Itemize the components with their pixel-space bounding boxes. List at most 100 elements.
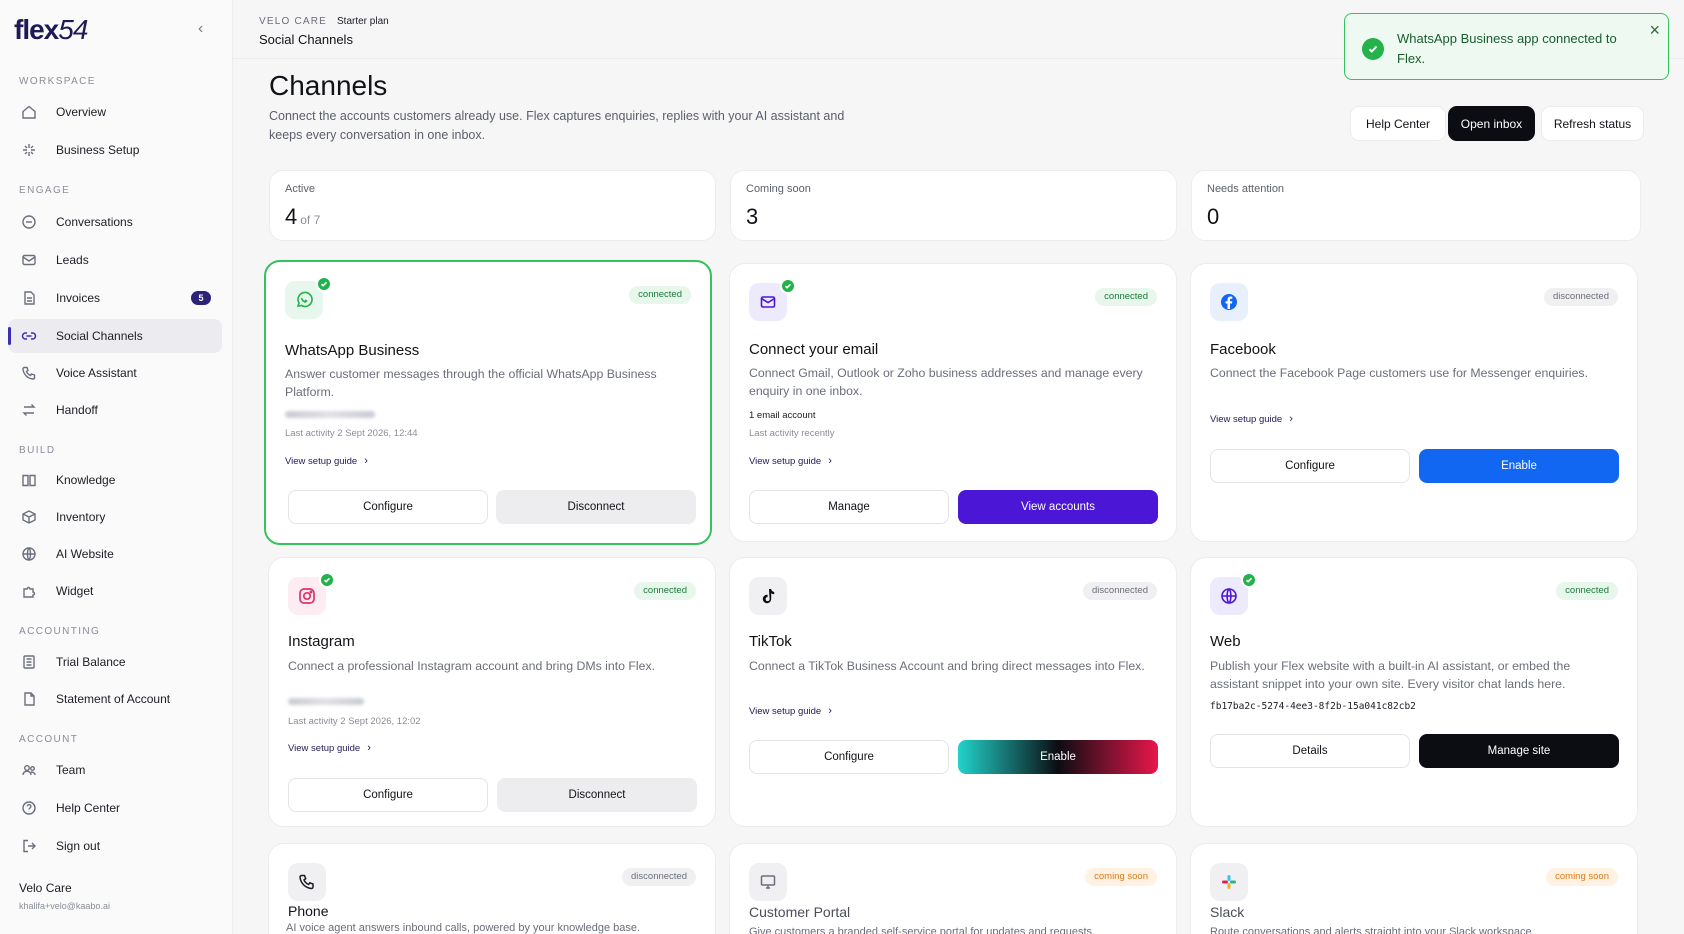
sidebar-item-social-channels[interactable]: Social Channels bbox=[8, 319, 222, 353]
sidebar-item-leads[interactable]: Leads bbox=[8, 243, 222, 277]
swap-icon bbox=[20, 401, 38, 419]
stat-label: Coming soon bbox=[746, 183, 811, 195]
facebook-icon bbox=[1210, 283, 1248, 321]
sidebar-item-label: AI Website bbox=[56, 547, 114, 561]
section-label-workspace: WORKSPACE bbox=[19, 76, 96, 87]
sidebar-item-label: Handoff bbox=[56, 403, 98, 417]
channel-title: Slack bbox=[1210, 904, 1245, 920]
sidebar-item-label: Sign out bbox=[56, 839, 101, 853]
configure-button[interactable]: Configure bbox=[1210, 449, 1410, 483]
sidebar-item-label: Invoices bbox=[56, 291, 101, 305]
page-title: Channels bbox=[269, 70, 388, 101]
section-label-accounting: ACCOUNTING bbox=[19, 626, 101, 637]
file-icon bbox=[20, 690, 38, 708]
document-icon bbox=[20, 289, 38, 307]
last-activity: Last activity 2 Sept 2026, 12:02 bbox=[288, 716, 421, 727]
enable-button[interactable]: Enable bbox=[958, 740, 1158, 774]
sidebar-item-label: Knowledge bbox=[56, 473, 116, 487]
sidebar-item-label: Team bbox=[56, 763, 86, 777]
sidebar-item-overview[interactable]: Overview bbox=[8, 95, 222, 129]
mail-icon bbox=[20, 251, 38, 269]
channel-card-phone: disconnected Phone AI voice agent answer… bbox=[268, 843, 716, 934]
sidebar-item-help-center[interactable]: Help Center bbox=[8, 791, 222, 825]
sidebar-item-label: Help Center bbox=[56, 801, 121, 815]
setup-guide-link[interactable]: View setup guide › bbox=[749, 705, 832, 717]
sidebar-item-team[interactable]: Team bbox=[8, 753, 222, 787]
sidebar-item-invoices[interactable]: Invoices 5 bbox=[8, 281, 222, 315]
status-badge: disconnected bbox=[1544, 288, 1618, 306]
sidebar-item-label: Statement of Account bbox=[56, 692, 171, 706]
channel-description: Connect the Facebook Page customers use … bbox=[1210, 366, 1588, 380]
channel-card-instagram: connected Instagram Connect a profession… bbox=[268, 557, 716, 827]
email-account-count: 1 email account bbox=[749, 410, 816, 421]
status-badge: disconnected bbox=[1083, 582, 1157, 600]
sidebar-item-label: Leads bbox=[56, 253, 89, 267]
manage-button[interactable]: Manage bbox=[749, 490, 949, 524]
sidebar-item-statement-of-account[interactable]: Statement of Account bbox=[8, 682, 222, 716]
section-label-engage: ENGAGE bbox=[19, 185, 71, 196]
sidebar-item-label: Social Channels bbox=[56, 329, 143, 343]
page-description: Connect the accounts customers already u… bbox=[269, 109, 845, 142]
sidebar-item-handoff[interactable]: Handoff bbox=[8, 393, 222, 427]
channel-description: Connect a professional Instagram account… bbox=[288, 659, 656, 673]
book-icon bbox=[20, 471, 38, 489]
refresh-status-button[interactable]: Refresh status bbox=[1541, 106, 1644, 141]
manage-site-button[interactable]: Manage site bbox=[1419, 734, 1619, 768]
sidebar-item-ai-website[interactable]: AI Website bbox=[8, 537, 222, 571]
status-badge: coming soon bbox=[1085, 868, 1157, 886]
disconnect-button[interactable]: Disconnect bbox=[496, 490, 696, 524]
setup-guide-link[interactable]: View setup guide › bbox=[1210, 413, 1293, 425]
configure-button[interactable]: Configure bbox=[288, 778, 488, 812]
status-badge: connected bbox=[1095, 288, 1157, 306]
stat-label: Active bbox=[285, 183, 315, 195]
open-inbox-button[interactable]: Open inbox bbox=[1448, 106, 1535, 141]
close-icon[interactable]: × bbox=[1649, 20, 1660, 41]
sidebar-item-voice-assistant[interactable]: Voice Assistant bbox=[8, 356, 222, 390]
collapse-sidebar-icon[interactable]: ‹ bbox=[198, 20, 203, 38]
channel-description: AI voice agent answers inbound calls, po… bbox=[286, 922, 641, 934]
puzzle-icon bbox=[20, 582, 38, 600]
configure-button[interactable]: Configure bbox=[749, 740, 949, 774]
team-icon bbox=[20, 761, 38, 779]
channel-title: Instagram bbox=[288, 633, 355, 650]
view-accounts-button[interactable]: View accounts bbox=[958, 490, 1158, 524]
monitor-icon bbox=[749, 863, 787, 901]
help-center-button[interactable]: Help Center bbox=[1350, 106, 1446, 141]
check-circle-icon bbox=[1362, 38, 1384, 60]
status-badge: connected bbox=[629, 286, 691, 304]
channel-card-web: connected Web Publish your Flex website … bbox=[1190, 557, 1638, 827]
sidebar-item-conversations[interactable]: Conversations bbox=[8, 205, 222, 239]
home-icon bbox=[20, 103, 38, 121]
stat-suffix: of 7 bbox=[300, 213, 321, 227]
sidebar-item-knowledge[interactable]: Knowledge bbox=[8, 463, 222, 497]
section-label-account: ACCOUNT bbox=[19, 734, 79, 745]
disconnect-button[interactable]: Disconnect bbox=[497, 778, 697, 812]
sidebar-item-trial-balance[interactable]: Trial Balance bbox=[8, 645, 222, 679]
setup-guide-link[interactable]: View setup guide › bbox=[288, 742, 371, 754]
configure-button[interactable]: Configure bbox=[288, 490, 488, 524]
success-toast: WhatsApp Business app connected to Flex.… bbox=[1344, 13, 1669, 80]
details-button[interactable]: Details bbox=[1210, 734, 1410, 768]
sidebar-item-label: Conversations bbox=[56, 215, 133, 229]
channel-title: Phone bbox=[288, 903, 329, 919]
breadcrumb-org: VELO CARE bbox=[259, 16, 328, 27]
sidebar-item-widget[interactable]: Widget bbox=[8, 574, 222, 608]
channel-description: Connect a TikTok Business Account and br… bbox=[749, 659, 1145, 673]
setup-guide-link[interactable]: View setup guide › bbox=[749, 455, 832, 467]
breadcrumb-page: Social Channels bbox=[259, 32, 353, 47]
channel-description: Answer customer messages through the off… bbox=[285, 367, 657, 399]
channel-title: Customer Portal bbox=[749, 904, 851, 920]
sidebar-item-label: Overview bbox=[56, 105, 107, 119]
enable-button[interactable]: Enable bbox=[1419, 449, 1619, 483]
channel-description: Connect Gmail, Outlook or Zoho business … bbox=[749, 366, 1143, 398]
setup-guide-link[interactable]: View setup guide › bbox=[285, 455, 368, 467]
user-email: khalifa+velo@kaabo.ai bbox=[19, 901, 110, 911]
sidebar-item-inventory[interactable]: Inventory bbox=[8, 500, 222, 534]
sidebar-item-business-setup[interactable]: Business Setup bbox=[8, 133, 222, 167]
plan-label: Starter plan bbox=[337, 16, 389, 27]
app-logo[interactable]: flex54 bbox=[14, 14, 88, 46]
sidebar-item-sign-out[interactable]: Sign out bbox=[8, 829, 222, 863]
channel-card-tiktok: disconnected TikTok Connect a TikTok Bus… bbox=[729, 557, 1177, 827]
stat-active: Active 4 of 7 bbox=[269, 170, 716, 241]
globe-icon bbox=[20, 545, 38, 563]
